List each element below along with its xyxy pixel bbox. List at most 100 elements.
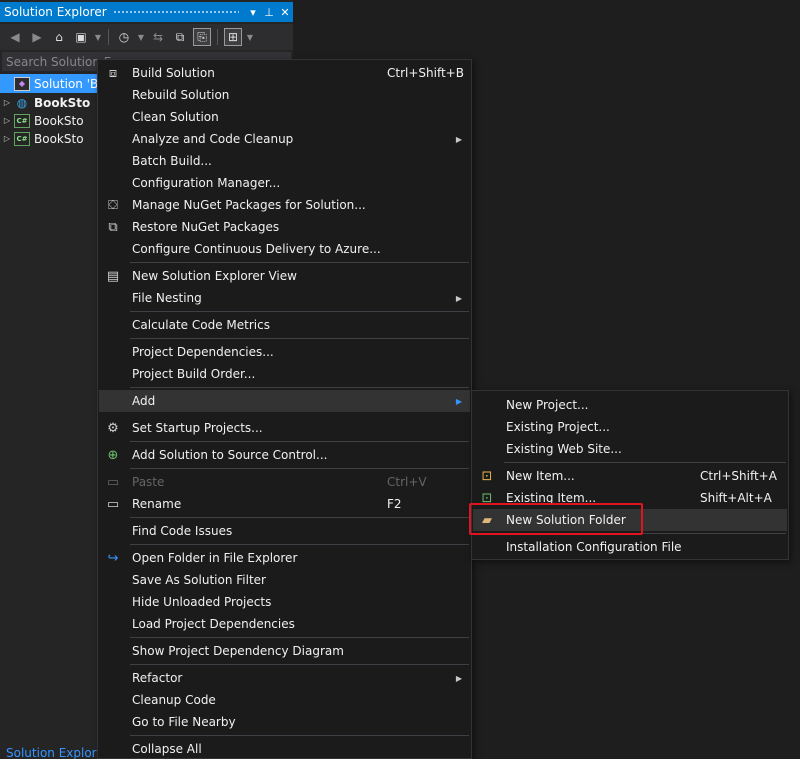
menu-item-label: Clean Solution xyxy=(132,110,219,124)
submenu-item-existing-project[interactable]: Existing Project... xyxy=(473,416,787,438)
source-control-icon: ⊕ xyxy=(107,447,119,463)
submenu-arrow-icon: ▶ xyxy=(455,673,462,683)
expand-icon[interactable]: ▷ xyxy=(0,98,14,107)
menu-item-label: Go to File Nearby xyxy=(132,715,236,729)
menu-item-label: Set Startup Projects... xyxy=(132,421,263,435)
menu-separator xyxy=(130,664,469,665)
menu-item-collapse-all[interactable]: Collapse All xyxy=(99,738,470,759)
menu-item-add-to-source-control[interactable]: ⊕ Add Solution to Source Control... xyxy=(99,444,470,466)
menu-item-label: Existing Item... xyxy=(506,491,597,505)
back-icon[interactable]: ◀ xyxy=(6,28,24,46)
submenu-item-new-project[interactable]: New Project... xyxy=(473,394,787,416)
dropdown-icon[interactable]: ▾ xyxy=(245,6,261,19)
menu-item-configuration-manager[interactable]: Configuration Manager... xyxy=(99,172,470,194)
submenu-item-installation-config[interactable]: Installation Configuration File xyxy=(473,536,787,558)
tree-item-label: BookSto xyxy=(34,113,84,128)
menu-item-label: Rename xyxy=(132,497,182,511)
menu-item-label: Show Project Dependency Diagram xyxy=(132,644,344,658)
menu-item-new-se-view[interactable]: ▤ New Solution Explorer View xyxy=(99,265,470,287)
menu-item-label: Calculate Code Metrics xyxy=(132,318,270,332)
toolbar-divider xyxy=(108,29,109,45)
menu-item-add[interactable]: Add ▶ xyxy=(99,390,470,412)
menu-item-label: Existing Project... xyxy=(506,420,610,434)
menu-item-label: Project Dependencies... xyxy=(132,345,274,359)
menu-item-open-folder[interactable]: ↪ Open Folder in File Explorer xyxy=(99,547,470,569)
menu-item-save-as-filter[interactable]: Save As Solution Filter xyxy=(99,569,470,591)
menu-item-label: Add xyxy=(132,394,156,408)
menu-item-rebuild-solution[interactable]: Rebuild Solution xyxy=(99,84,470,106)
menu-item-batch-build[interactable]: Batch Build... xyxy=(99,150,470,172)
menu-item-label: New Item... xyxy=(506,469,575,483)
menu-item-analyze-cleanup[interactable]: Analyze and Code Cleanup ▶ xyxy=(99,128,470,150)
chevron-down-icon[interactable]: ▼ xyxy=(246,28,254,46)
menu-item-dependency-diagram[interactable]: Show Project Dependency Diagram xyxy=(99,640,470,662)
menu-item-label: Save As Solution Filter xyxy=(132,573,266,587)
close-icon[interactable]: ✕ xyxy=(277,6,293,19)
preview-selected-icon[interactable]: ⊞ xyxy=(224,28,242,46)
menu-item-label: New Solution Folder xyxy=(506,513,626,527)
footer-tab[interactable]: Solution Explorer xyxy=(6,746,109,759)
home-icon[interactable]: ⌂ xyxy=(50,28,68,46)
build-icon: ⧈ xyxy=(108,65,118,81)
tree-item-label: BookSto xyxy=(34,131,84,146)
menu-item-label: Restore NuGet Packages xyxy=(132,220,280,234)
switch-views-icon[interactable]: ▣ xyxy=(72,28,90,46)
rename-icon: ▭ xyxy=(106,496,120,512)
menu-item-build-solution[interactable]: ⧈ Build Solution Ctrl+Shift+B xyxy=(99,62,470,84)
submenu-item-new-item[interactable]: ⊡ New Item... Ctrl+Shift+A xyxy=(473,465,787,487)
menu-item-find-code-issues[interactable]: Find Code Issues xyxy=(99,520,470,542)
menu-item-clean-solution[interactable]: Clean Solution xyxy=(99,106,470,128)
menu-item-file-nesting[interactable]: File Nesting ▶ xyxy=(99,287,470,309)
menu-item-project-dependencies[interactable]: Project Dependencies... xyxy=(99,341,470,363)
existing-item-icon: ⊡ xyxy=(481,490,493,506)
expand-icon[interactable]: ▷ xyxy=(0,116,14,125)
menu-item-code-metrics[interactable]: Calculate Code Metrics xyxy=(99,314,470,336)
menu-item-label: Paste xyxy=(132,475,165,489)
menu-separator xyxy=(130,544,469,545)
submenu-item-existing-web-site[interactable]: Existing Web Site... xyxy=(473,438,787,460)
menu-item-label: Open Folder in File Explorer xyxy=(132,551,298,565)
menu-separator xyxy=(130,637,469,638)
menu-item-refactor[interactable]: Refactor ▶ xyxy=(99,667,470,689)
screen: { "solution_explorer": { "title": "Solut… xyxy=(0,0,800,759)
menu-item-rename[interactable]: ▭ Rename F2 xyxy=(99,493,470,515)
menu-item-hide-unloaded[interactable]: Hide Unloaded Projects xyxy=(99,591,470,613)
menu-item-load-dependencies[interactable]: Load Project Dependencies xyxy=(99,613,470,635)
pending-changes-filter-icon[interactable]: ◷ xyxy=(115,28,133,46)
submenu-item-existing-item[interactable]: ⊡ Existing Item... Shift+Alt+A xyxy=(473,487,787,509)
menu-item-cleanup-code[interactable]: Cleanup Code xyxy=(99,689,470,711)
menu-item-paste[interactable]: ▭ Paste Ctrl+V xyxy=(99,471,470,493)
submenu-item-new-solution-folder[interactable]: ▰ New Solution Folder xyxy=(473,509,787,531)
menu-item-shortcut: Ctrl+Shift+A xyxy=(700,469,777,483)
menu-item-label: Rebuild Solution xyxy=(132,88,230,102)
menu-separator xyxy=(130,311,469,312)
chevron-down-icon[interactable]: ▼ xyxy=(94,28,102,46)
new-item-icon: ⊡ xyxy=(481,468,493,484)
menu-item-label: Hide Unloaded Projects xyxy=(132,595,272,609)
menu-item-label: New Project... xyxy=(506,398,589,412)
forward-icon[interactable]: ▶ xyxy=(28,28,46,46)
menu-item-shortcut: Ctrl+Shift+B xyxy=(387,66,464,80)
csharp-project-icon: C# xyxy=(14,131,30,146)
title-grip xyxy=(112,9,239,15)
menu-item-label: Project Build Order... xyxy=(132,367,256,381)
submenu-arrow-icon: ▶ xyxy=(455,134,462,144)
pin-icon[interactable]: ⊥ xyxy=(261,6,277,19)
menu-item-project-build-order[interactable]: Project Build Order... xyxy=(99,363,470,385)
show-all-files-icon[interactable]: ⎘ xyxy=(193,28,211,46)
chevron-down-icon[interactable]: ▼ xyxy=(137,28,145,46)
restore-icon: ⧉ xyxy=(108,219,118,235)
menu-item-restore-nuget[interactable]: ⧉ Restore NuGet Packages xyxy=(99,216,470,238)
menu-item-label: Load Project Dependencies xyxy=(132,617,295,631)
menu-item-manage-nuget[interactable]: ⛋ Manage NuGet Packages for Solution... xyxy=(99,194,470,216)
menu-item-go-to-file-nearby[interactable]: Go to File Nearby xyxy=(99,711,470,733)
menu-item-configure-cd-azure[interactable]: Configure Continuous Delivery to Azure..… xyxy=(99,238,470,260)
solution-explorer-title-bar: Solution Explorer ▾ ⊥ ✕ xyxy=(0,2,293,22)
menu-separator xyxy=(130,387,469,388)
sync-icon[interactable]: ⇆ xyxy=(149,28,167,46)
expand-icon[interactable]: ▷ xyxy=(0,134,14,143)
menu-item-label: Configure Continuous Delivery to Azure..… xyxy=(132,242,381,256)
collapse-all-icon[interactable]: ⧉ xyxy=(171,28,189,46)
menu-item-set-startup-projects[interactable]: ⚙ Set Startup Projects... xyxy=(99,417,470,439)
tree-item-label: BookSto xyxy=(34,95,91,110)
